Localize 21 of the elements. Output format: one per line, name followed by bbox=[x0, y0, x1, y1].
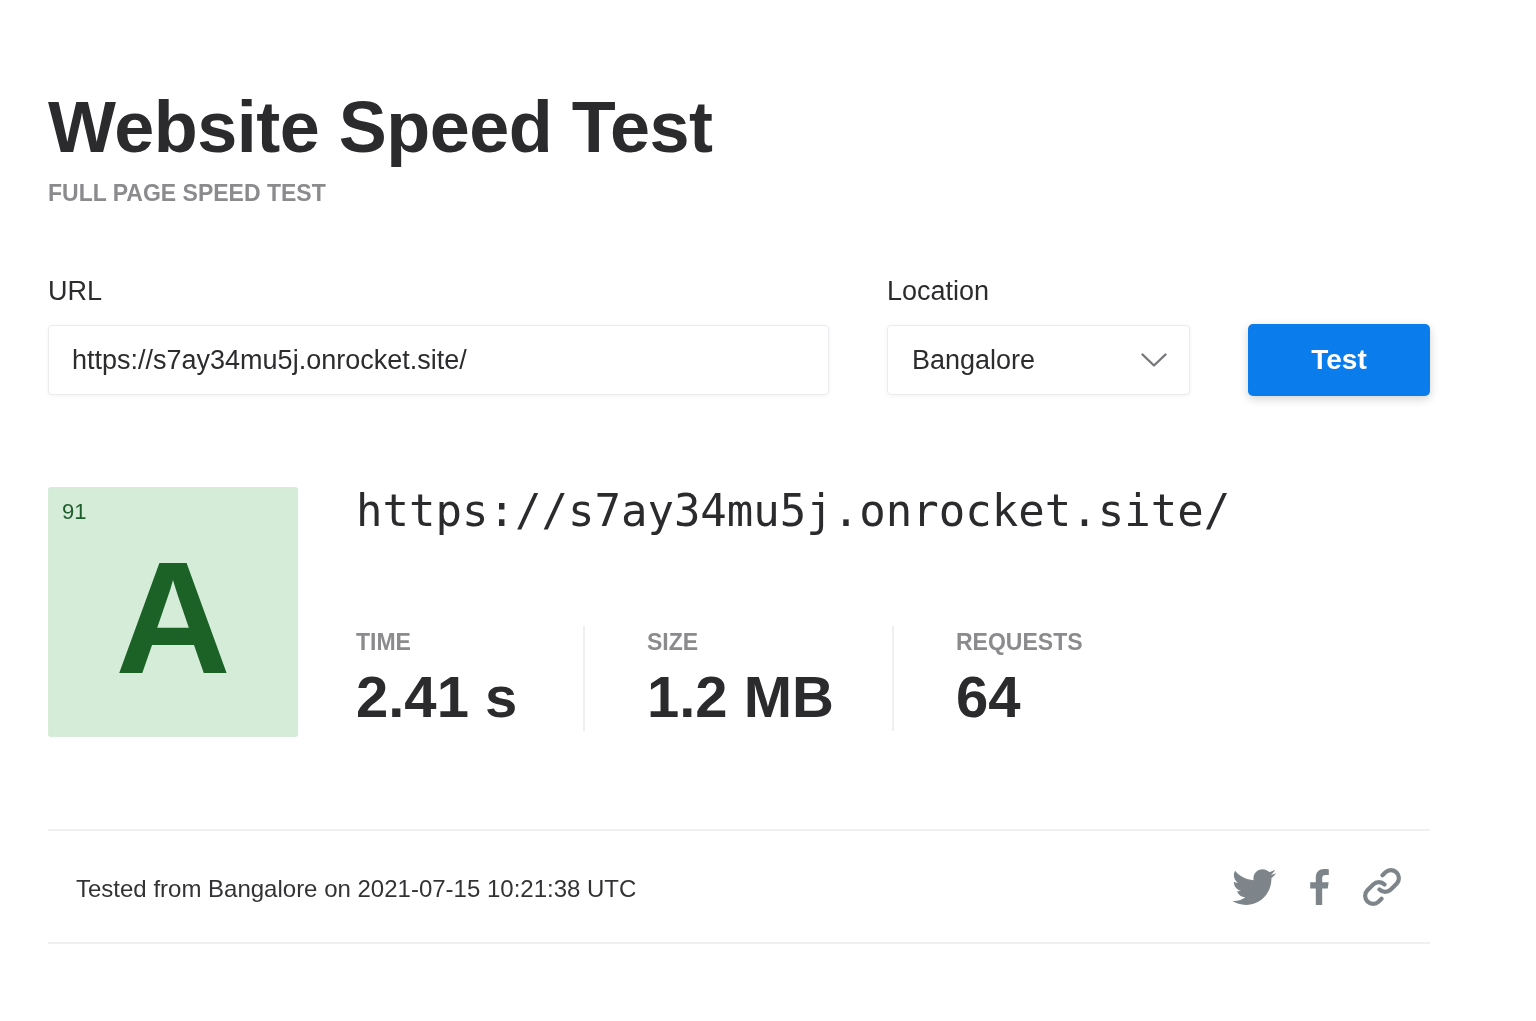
page-title: Website Speed Test bbox=[48, 88, 713, 167]
url-input[interactable]: https://s7ay34mu5j.onrocket.site/ bbox=[48, 325, 829, 395]
url-label: URL bbox=[48, 275, 102, 307]
test-button[interactable]: Test bbox=[1248, 324, 1430, 396]
location-label: Location bbox=[887, 275, 990, 307]
score-number: 91 bbox=[62, 499, 87, 525]
metric-label: TIME bbox=[356, 628, 411, 656]
tested-url: https://s7ay34mu5j.onrocket.site/ bbox=[356, 485, 1231, 537]
bird-icon[interactable] bbox=[1232, 868, 1276, 905]
metric-value: 2.41 s bbox=[356, 664, 518, 730]
test-info-text: Tested from Bangalore on 2021-07-15 10:21:38 UTC bbox=[76, 873, 637, 904]
metric-value: 1.2 MB bbox=[647, 664, 834, 730]
page-subtitle: FULL PAGE SPEED TEST bbox=[48, 179, 326, 207]
grade-letter: A bbox=[115, 538, 231, 698]
chevron-down-icon bbox=[1141, 353, 1167, 367]
metric-label: REQUESTS bbox=[956, 628, 1083, 656]
metric-label: SIZE bbox=[647, 628, 699, 656]
chain-link-icon[interactable] bbox=[1362, 867, 1402, 906]
letter-f-icon[interactable] bbox=[1308, 868, 1330, 905]
location-select[interactable]: Bangalore bbox=[887, 325, 1190, 395]
metric-value: 64 bbox=[956, 664, 1021, 730]
